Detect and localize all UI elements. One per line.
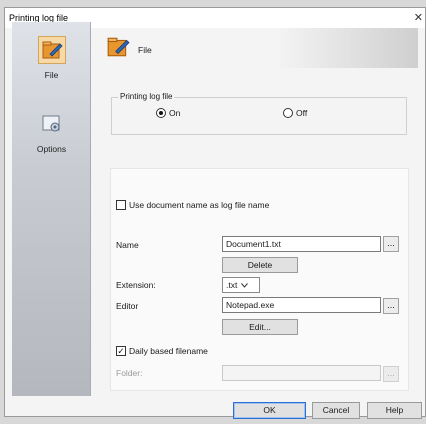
extension-value: .txt bbox=[226, 280, 238, 290]
cancel-button[interactable]: Cancel bbox=[312, 402, 360, 419]
close-icon[interactable]: ✕ bbox=[414, 11, 423, 24]
radio-on[interactable]: On bbox=[156, 108, 180, 118]
editor-field[interactable]: Notepad.exe bbox=[222, 297, 381, 313]
page-header: File bbox=[102, 28, 418, 68]
file-pencil-icon bbox=[106, 36, 130, 60]
extension-label: Extension: bbox=[116, 280, 156, 290]
daily-filename-checkbox[interactable]: ✓ Daily based filename bbox=[116, 346, 208, 356]
sidebar-item-file[interactable]: File bbox=[12, 36, 91, 80]
chevron-down-icon bbox=[241, 280, 249, 290]
radio-off[interactable]: Off bbox=[283, 108, 307, 118]
printing-log-group: Printing log file On Off bbox=[111, 92, 407, 135]
editor-browse-button[interactable]: ... bbox=[383, 298, 399, 314]
radio-on-circle[interactable] bbox=[156, 108, 166, 118]
delete-button[interactable]: Delete bbox=[222, 257, 298, 273]
options-icon bbox=[38, 110, 66, 138]
use-doc-name-checkbox[interactable]: Use document name as log file name bbox=[116, 200, 269, 210]
use-doc-name-box[interactable] bbox=[116, 200, 126, 210]
edit-button[interactable]: Edit... bbox=[222, 319, 298, 335]
name-label: Name bbox=[116, 240, 139, 250]
folder-label: Folder: bbox=[116, 368, 143, 378]
name-field[interactable]: Document1.txt bbox=[222, 236, 381, 252]
sidebar-item-options[interactable]: Options bbox=[12, 110, 91, 154]
name-browse-button[interactable]: ... bbox=[383, 236, 399, 252]
sidebar-item-label: Options bbox=[36, 144, 67, 154]
group-label: Printing log file bbox=[118, 92, 175, 101]
folder-field[interactable] bbox=[222, 365, 381, 381]
daily-filename-box[interactable]: ✓ bbox=[116, 346, 126, 356]
editor-label: Editor bbox=[116, 301, 139, 311]
page-title: File bbox=[138, 45, 152, 55]
daily-filename-label: Daily based filename bbox=[129, 346, 208, 356]
file-pencil-icon bbox=[37, 36, 66, 64]
extension-select[interactable]: .txt bbox=[222, 277, 260, 293]
radio-on-label: On bbox=[169, 108, 181, 118]
sidebar-item-label: File bbox=[44, 70, 59, 80]
ok-button[interactable]: OK bbox=[233, 402, 306, 419]
use-doc-name-label: Use document name as log file name bbox=[129, 200, 270, 210]
radio-off-circle[interactable] bbox=[283, 108, 293, 118]
sidebar: File Options bbox=[12, 22, 91, 396]
folder-browse-button[interactable]: ... bbox=[383, 366, 399, 382]
help-button[interactable]: Help bbox=[367, 402, 422, 419]
radio-off-label: Off bbox=[296, 108, 308, 118]
